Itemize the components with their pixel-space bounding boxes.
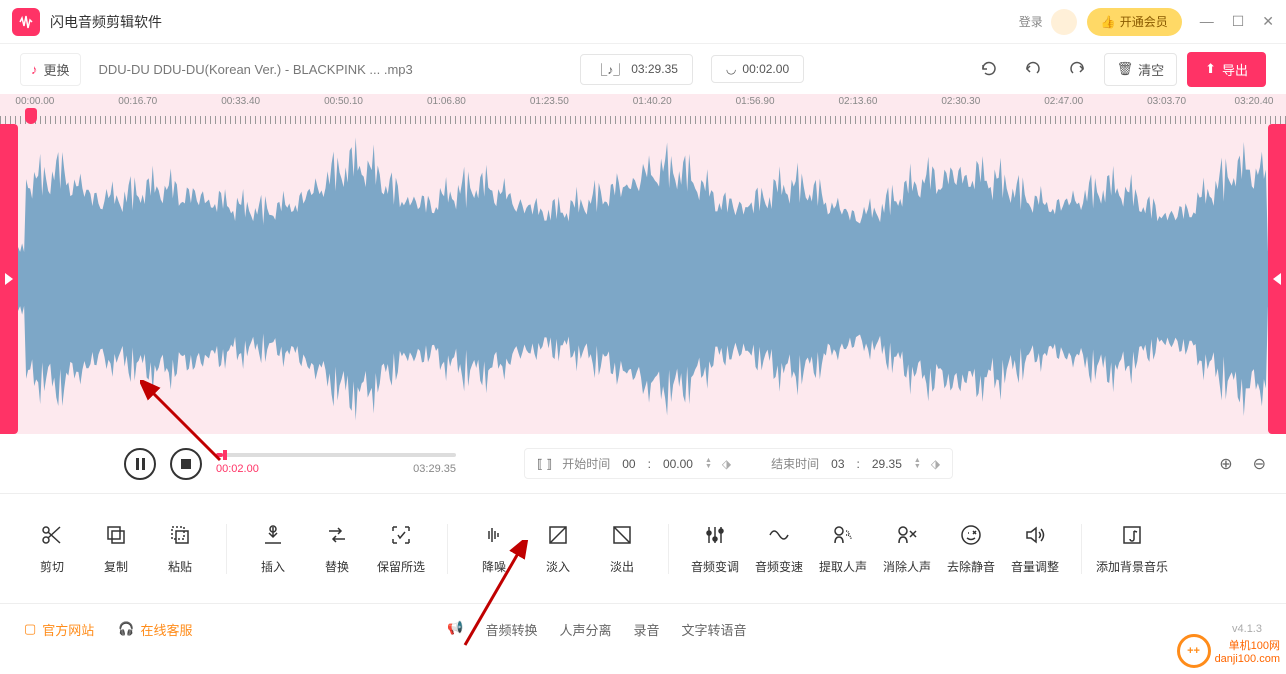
selection-box: ⟦ ⟧ 开始时间 00: 00.00 ▲▼ ⬗ 结束时间 03: 29.35 ▲… [524,448,953,479]
trim-start-handle[interactable] [0,124,18,434]
tts-link[interactable]: 文字转语音 [682,620,747,639]
total-time-box: ⎿♪⏌03:29.35 [580,54,693,85]
scissors-icon [40,522,64,548]
trash-icon: 🗑 [1117,61,1134,77]
insert-tool[interactable]: 插入 [241,522,305,575]
vip-label: 开通会员 [1120,13,1168,30]
progress-bar[interactable]: 00:02.00 03:29.35 [216,453,456,475]
paste-tool[interactable]: 粘贴 [148,522,212,575]
maximize-icon[interactable]: ☐ [1232,13,1245,30]
selection-icon: ⟦ ⟧ [537,457,552,471]
cut-tool[interactable]: 剪切 [20,522,84,575]
keep-selection-tool[interactable]: 保留所选 [369,522,433,575]
upload-icon: ⬆ [1205,61,1216,77]
end-min-input[interactable]: 03 [829,457,846,471]
marker-icon: ◡ [726,62,736,76]
end-stepper[interactable]: ▲▼ [914,458,921,470]
fadeout-tool[interactable]: 淡出 [590,522,654,575]
end-time-label: 结束时间 [771,455,819,472]
pitch-tool[interactable]: 音频变调 [683,522,747,575]
start-time-label: 开始时间 [562,455,610,472]
end-marker-icon[interactable]: ⬗ [931,457,940,471]
current-time: 00:02.00 [216,463,259,475]
time-ruler: 00:00.00 00:16.70 00:33.40 00:50.10 01:0… [0,94,1286,124]
redo-button[interactable] [1060,52,1094,86]
trim-end-handle[interactable] [1268,124,1286,434]
avatar[interactable] [1051,9,1077,35]
denoise-icon [482,522,506,548]
denoise-tool[interactable]: 降噪 [462,522,526,575]
watermark: ++ 单机100网danji100.com [1177,634,1280,668]
login-link[interactable]: 登录 [1019,13,1043,30]
pitch-icon [703,522,727,548]
remove-silence-tool[interactable]: 去除静音 [939,522,1003,575]
bgm-icon [1120,522,1144,548]
website-link[interactable]: ▢官方网站 [24,620,94,639]
refresh-button[interactable] [972,52,1006,86]
switch-file-button[interactable]: ♪ 更换 [20,53,81,86]
pause-button[interactable] [124,448,156,480]
copy-icon [104,522,128,548]
remove-vocal-icon [895,522,919,548]
file-name: DDU-DU DDU-DU(Korean Ver.) - BLACKPINK .… [99,62,413,77]
remove-vocal-tool[interactable]: 消除人声 [875,522,939,575]
zoom-out-button[interactable]: ⊖ [1253,454,1266,474]
cursor-time-box: ◡00:02.00 [711,55,804,83]
export-button[interactable]: ⬆导出 [1187,52,1266,87]
music-note-icon: ♪ [31,62,38,77]
fadeout-icon [610,522,634,548]
headset-icon: 🎧 [118,621,134,637]
end-sec-input[interactable]: 29.35 [870,457,904,471]
start-sec-input[interactable]: 00.00 [661,457,695,471]
minimize-icon[interactable]: — [1200,13,1214,30]
switch-label: 更换 [44,60,70,79]
record-link[interactable]: 录音 [633,620,659,639]
clear-button[interactable]: 🗑清空 [1104,53,1178,86]
bgm-tool[interactable]: 添加背景音乐 [1096,522,1168,575]
fadein-tool[interactable]: 淡入 [526,522,590,575]
globe-icon: ▢ [24,621,36,637]
paste-icon [168,522,192,548]
extract-vocal-icon [831,522,855,548]
playhead-marker[interactable] [25,108,37,124]
vocal-sep-link[interactable]: 人声分离 [559,620,611,639]
undo-button[interactable] [1016,52,1050,86]
replace-tool[interactable]: 替换 [305,522,369,575]
speed-tool[interactable]: 音频变速 [747,522,811,575]
remove-silence-icon [959,522,983,548]
speed-icon [767,522,791,548]
fadein-icon [546,522,570,548]
megaphone-icon: 📢 [447,620,463,639]
replace-icon [325,522,349,548]
volume-tool[interactable]: 音量调整 [1003,522,1067,575]
support-link[interactable]: 🎧在线客服 [118,620,192,639]
vip-button[interactable]: 👍 开通会员 [1087,8,1182,36]
stop-button[interactable] [170,448,202,480]
zoom-in-button[interactable]: ⊕ [1219,454,1232,474]
keep-icon [389,522,413,548]
app-title: 闪电音频剪辑软件 [50,12,1019,32]
convert-link[interactable]: 音频转换 [485,620,537,639]
waveform-display[interactable] [0,124,1286,434]
insert-icon [261,522,285,548]
duration-icon: ⎿♪⏌ [595,61,625,78]
copy-tool[interactable]: 复制 [84,522,148,575]
timeline-area[interactable]: 00:00.00 00:16.70 00:33.40 00:50.10 01:0… [0,94,1286,434]
start-marker-icon[interactable]: ⬗ [722,457,731,471]
app-icon [12,8,40,36]
extract-vocal-tool[interactable]: 提取人声 [811,522,875,575]
start-min-input[interactable]: 00 [620,457,637,471]
total-time: 03:29.35 [413,463,456,475]
close-icon[interactable]: ✕ [1262,13,1274,30]
start-stepper[interactable]: ▲▼ [705,458,712,470]
volume-icon [1023,522,1047,548]
thumbs-up-icon: 👍 [1101,15,1116,29]
